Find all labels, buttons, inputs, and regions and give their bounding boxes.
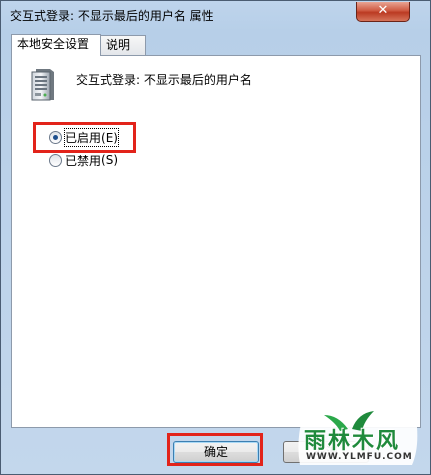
enabled-label: 已启用 xyxy=(65,130,102,145)
close-icon: ✕ xyxy=(377,3,389,18)
title-bar[interactable]: 交互式登录: 不显示最后的用户名 属性 ✕ xyxy=(1,1,430,29)
tab-local-security-setting[interactable]: 本地安全设置 xyxy=(11,34,101,56)
close-button[interactable]: ✕ xyxy=(356,2,410,22)
server-policy-icon xyxy=(31,69,54,101)
enabled-label-group: 已启用(E) xyxy=(64,127,119,147)
watermark-url: WWW.YLMFU.COM xyxy=(306,452,413,462)
ok-button[interactable]: 确定 xyxy=(173,441,259,463)
enabled-radio[interactable] xyxy=(49,130,62,144)
watermark-brand: 雨林木风 xyxy=(304,429,401,454)
properties-dialog: 交互式登录: 不显示最后的用户名 属性 ✕ 本地安全设置 说明 交互式登录: 不… xyxy=(0,0,431,475)
disabled-label: 已禁用 xyxy=(65,153,102,168)
watermark-logo: 雨林木风 WWW.YLMFU.COM xyxy=(294,407,424,469)
enabled-radio-option[interactable]: 已启用(E) xyxy=(49,127,119,147)
disabled-radio-option[interactable]: 已禁用 (S) xyxy=(49,152,118,168)
disabled-hotkey: (S) xyxy=(101,153,118,167)
tab-panel: 交互式登录: 不显示最后的用户名 已启用(E) 已禁用 (S) xyxy=(11,55,421,428)
disabled-radio[interactable] xyxy=(49,153,62,167)
window-title: 交互式登录: 不显示最后的用户名 属性 xyxy=(10,9,214,23)
tab-explain[interactable]: 说明 xyxy=(100,35,146,55)
policy-name: 交互式登录: 不显示最后的用户名 xyxy=(76,73,252,87)
enabled-hotkey: (E) xyxy=(101,130,118,145)
